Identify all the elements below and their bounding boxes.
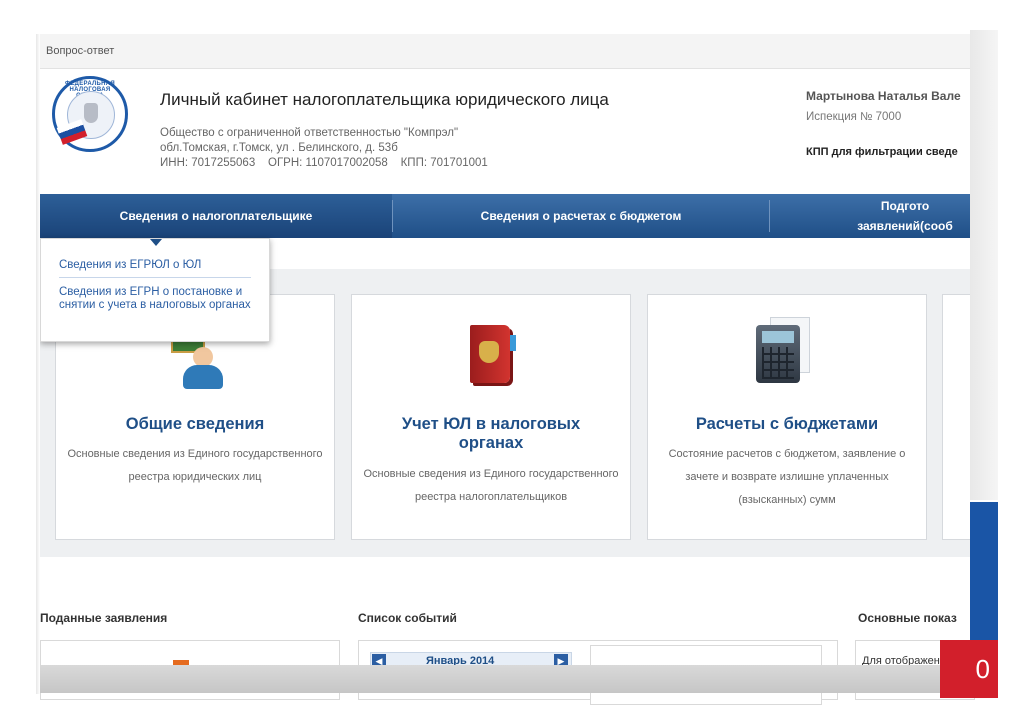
card-description: Основные сведения из Единого государстве… [67, 448, 323, 483]
nav-label: Сведения о расчетах с бюджетом [480, 209, 682, 223]
nav-budget-settlements[interactable]: Сведения о расчетах с бюджетом [393, 194, 769, 238]
nav-dropdown-menu: Сведения из ЕГРЮЛ о ЮЛ Сведения из ЕГРН … [40, 238, 270, 342]
teacher-icon [171, 335, 231, 391]
fns-logo: ФЕДЕРАЛЬНАЯ НАЛОГОВАЯ СЛУЖБА [52, 76, 128, 152]
browser-page: Вопрос-ответ ФЕДЕРАЛЬНАЯ НАЛОГОВАЯ СЛУЖБ… [40, 34, 970, 694]
slide-number: 0 [940, 640, 998, 698]
eagle-emblem-icon [84, 103, 98, 123]
user-name[interactable]: Мартынова Наталья Вале [806, 89, 961, 103]
nav-taxpayer-info[interactable]: Сведения о налогоплательщике [40, 194, 392, 238]
menu-item-egrn[interactable]: Сведения из ЕГРН о постановке и снятии с… [59, 286, 259, 312]
nav-prepare-applications[interactable]: Подгото заявлений(сооб [770, 194, 970, 238]
organization-info: Общество с ограниченной ответственностью… [160, 126, 488, 171]
bottom-overlay-bar [40, 665, 980, 693]
nav-label: Сведения о налогоплательщике [119, 209, 313, 223]
card-title: Расчеты с бюджетами [695, 415, 879, 433]
card-partial[interactable] [942, 294, 970, 540]
card-budget-settlements[interactable]: Расчеты с бюджетами Состояние расчетов с… [647, 294, 927, 540]
calculator-icon [756, 325, 800, 383]
events-list-title: Список событий [358, 611, 457, 625]
nav-label: Подгото заявлений(сооб [857, 199, 953, 233]
org-name: Общество с ограниченной ответственностью… [160, 127, 459, 139]
submitted-applications-title: Поданные заявления [40, 611, 168, 625]
card-tax-registration[interactable]: Учет ЮЛ в налоговых органах Основные све… [351, 294, 631, 540]
main-nav: Сведения о налогоплательщике Сведения о … [40, 194, 970, 238]
kpp-filter-label[interactable]: КПП для фильтрации сведе [806, 146, 958, 158]
menu-item-egrul[interactable]: Сведения из ЕГРЮЛ о ЮЛ [59, 259, 201, 272]
card-title: Учет ЮЛ в налоговых органах [401, 415, 581, 452]
slide-edge-decoration [970, 30, 998, 500]
menu-divider [59, 277, 251, 278]
page-title: Личный кабинет налогоплательщика юридиче… [160, 90, 609, 109]
dropdown-caret-icon [150, 239, 162, 246]
top-strip: Вопрос-ответ [40, 34, 970, 69]
main-indicators-title: Основные показ [858, 611, 957, 625]
inspection-number: Испекция № 7000 [806, 111, 902, 123]
card-description: Основные сведения из Единого государстве… [363, 468, 619, 503]
card-title: Общие сведения [125, 415, 265, 433]
faq-link[interactable]: Вопрос-ответ [46, 45, 114, 57]
org-ids: ИНН: 7017255063 ОГРН: 1107017002058 КПП:… [160, 157, 488, 169]
card-description: Состояние расчетов с бюджетом, заявление… [668, 448, 906, 506]
flag-icon [56, 119, 88, 145]
org-address: обл.Томская, г.Томск, ул . Белинского, д… [160, 142, 398, 154]
passport-book-icon [470, 325, 516, 383]
